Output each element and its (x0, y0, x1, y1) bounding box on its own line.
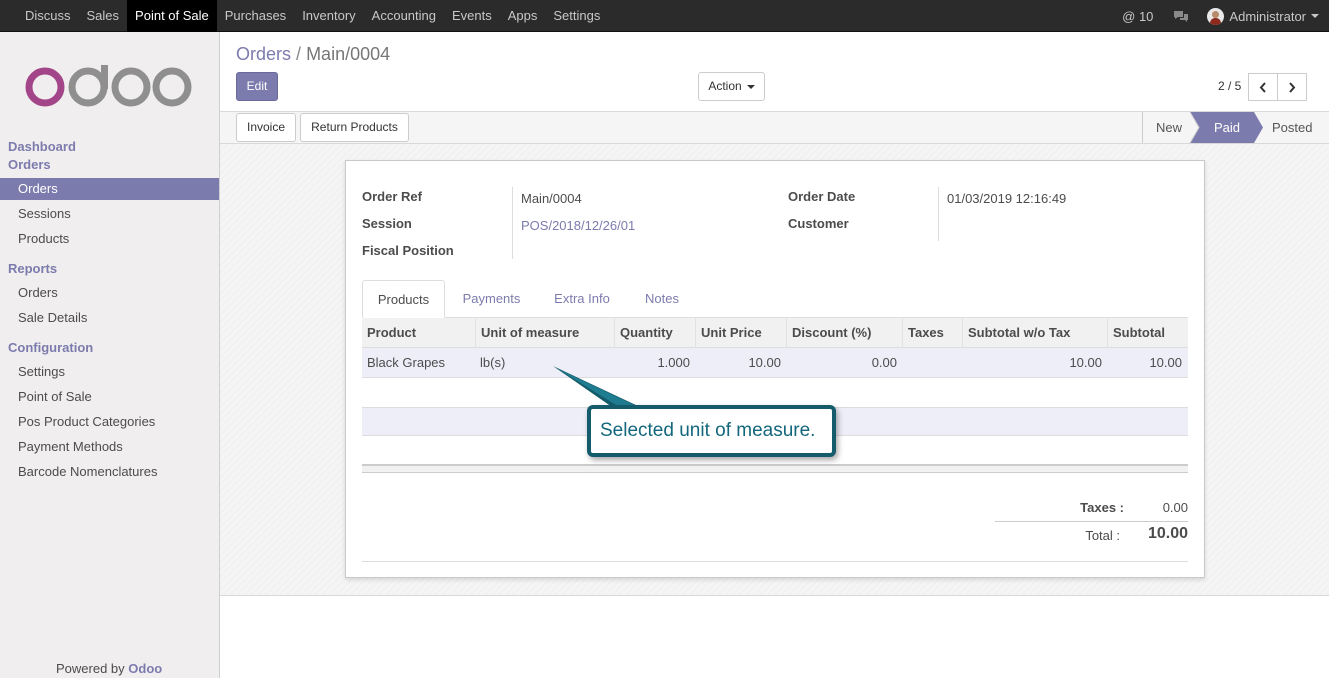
tab-payments[interactable]: Payments (449, 280, 534, 318)
table-footer (362, 464, 1188, 473)
cell-subtotal-wo-tax: 10.00 (1069, 355, 1102, 370)
action-label: Action (708, 79, 742, 93)
annotation-callout: Selected unit of measure. (587, 405, 836, 457)
user-name: Administrator (1229, 8, 1306, 24)
total-label: Total : (1085, 528, 1120, 543)
column-discount[interactable]: Discount (%) (787, 318, 903, 348)
pager-previous-button[interactable] (1248, 73, 1278, 101)
edit-button[interactable]: Edit (236, 72, 278, 101)
sidebar-section-configuration: Configuration (8, 340, 94, 355)
customer-label: Customer (788, 216, 849, 231)
sheet-bottom-divider (362, 561, 1188, 562)
column-quantity[interactable]: Quantity (615, 318, 696, 348)
systray: @ 10 Administrator (1122, 0, 1319, 32)
stage-new[interactable]: New (1156, 112, 1182, 143)
field-divider (938, 187, 939, 241)
total-value: 10.00 (1147, 525, 1188, 542)
sidebar-section-dashboard[interactable]: Dashboard (8, 139, 76, 154)
tab-products[interactable]: Products (362, 280, 445, 318)
chat-icon[interactable] (1173, 10, 1189, 23)
pager-next-button[interactable] (1277, 73, 1307, 101)
avatar (1207, 7, 1225, 25)
taxes-label: Taxes : (1080, 500, 1124, 515)
column-taxes[interactable]: Taxes (903, 318, 963, 348)
column-product[interactable]: Product (362, 318, 476, 348)
breadcrumb-current: Main/0004 (306, 44, 391, 64)
menu-purchases[interactable]: Purchases (217, 0, 294, 32)
tab-notes[interactable]: Notes (632, 280, 692, 318)
menu-settings[interactable]: Settings (545, 0, 608, 32)
order-ref-label: Order Ref (362, 189, 422, 204)
powered-by: Powered by Odoo (56, 661, 162, 676)
table-header: Product Unit of measure Quantity Unit Pr… (362, 318, 1188, 348)
menu-events[interactable]: Events (444, 0, 500, 32)
powered-by-text: Powered by (56, 661, 125, 676)
sidebar-item-products[interactable]: Products (0, 228, 219, 250)
column-subtotal-wo-tax[interactable]: Subtotal w/o Tax (963, 318, 1108, 348)
table-row[interactable]: Black Grapes lb(s) 1.000 10.00 0.00 10.0… (362, 348, 1188, 378)
column-unit-price[interactable]: Unit Price (696, 318, 787, 348)
sidebar-item-sessions[interactable]: Sessions (0, 203, 219, 225)
cell-discount: 0.00 (871, 355, 897, 370)
menu-apps[interactable]: Apps (500, 0, 546, 32)
pager-value[interactable]: 2 / 5 (1218, 79, 1241, 93)
menu-sales[interactable]: Sales (79, 0, 128, 32)
sidebar-item-orders[interactable]: Orders (0, 178, 219, 200)
menu-point-of-sale[interactable]: Point of Sale (127, 0, 217, 32)
order-ref-value: Main/0004 (521, 191, 582, 206)
invoice-button[interactable]: Invoice (236, 113, 296, 142)
chevron-down-icon (1311, 14, 1319, 18)
field-divider (512, 187, 513, 259)
sidebar-item-barcode-nomenclatures[interactable]: Barcode Nomenclatures (0, 461, 219, 483)
sidebar-item-settings[interactable]: Settings (0, 361, 219, 383)
form-view: Order Ref Session Fiscal Position Main/0… (220, 144, 1329, 596)
powered-by-brand[interactable]: Odoo (128, 661, 162, 676)
cell-subtotal: 10.00 (1149, 355, 1182, 370)
order-date-label: Order Date (788, 189, 856, 204)
sidebar-item-point-of-sale[interactable]: Point of Sale (0, 386, 219, 408)
control-panel: Orders / Main/0004 Edit Action 2 / 5 (220, 32, 1329, 112)
taxes-value: 0.00 (1162, 500, 1188, 515)
sidebar: Dashboard Orders Orders Sessions Product… (0, 32, 220, 678)
fiscal-position-label: Fiscal Position (362, 243, 454, 258)
return-products-button[interactable]: Return Products (300, 113, 409, 142)
cell-unit-of-measure: lb(s) (480, 355, 506, 370)
column-subtotal[interactable]: Subtotal (1108, 318, 1188, 348)
menu-discuss[interactable]: Discuss (17, 0, 79, 32)
stage-posted[interactable]: Posted (1272, 112, 1312, 143)
user-menu[interactable]: Administrator (1207, 7, 1319, 25)
top-navbar: Discuss Sales Point of Sale Purchases In… (0, 0, 1329, 32)
column-unit-of-measure[interactable]: Unit of measure (476, 318, 615, 348)
sidebar-section-orders: Orders (8, 157, 51, 172)
menu-inventory[interactable]: Inventory (294, 0, 363, 32)
chevron-right-icon (1289, 82, 1296, 93)
sidebar-item-pos-product-categories[interactable]: Pos Product Categories (0, 411, 219, 433)
status-stages: New Paid Posted (1142, 112, 1329, 143)
order-date-value: 01/03/2019 12:16:49 (947, 191, 1067, 206)
sidebar-item-report-orders[interactable]: Orders (0, 282, 219, 304)
cell-product: Black Grapes (367, 355, 446, 370)
session-link[interactable]: POS/2018/12/26/01 (521, 218, 635, 233)
sidebar-item-payment-methods[interactable]: Payment Methods (0, 436, 219, 458)
odoo-logo[interactable] (25, 63, 195, 112)
sidebar-item-sale-details[interactable]: Sale Details (0, 307, 219, 329)
breadcrumb-separator: / (296, 44, 302, 64)
cell-unit-price: 10.00 (748, 355, 781, 370)
totals-divider (995, 521, 1188, 522)
menu-accounting[interactable]: Accounting (364, 0, 444, 32)
chevron-down-icon (746, 84, 755, 89)
breadcrumb-orders[interactable]: Orders (236, 44, 291, 64)
notebook-tabs: Products Payments Extra Info Notes (362, 280, 1188, 318)
action-dropdown[interactable]: Action (698, 72, 765, 101)
mentions-counter[interactable]: @ 10 (1122, 9, 1153, 24)
sidebar-section-reports: Reports (8, 261, 58, 276)
breadcrumb: Orders / Main/0004 (236, 44, 390, 65)
chevron-left-icon (1259, 82, 1266, 93)
app-menu: Discuss Sales Point of Sale Purchases In… (17, 0, 608, 32)
status-bar: Invoice Return Products New Paid Posted (220, 112, 1329, 144)
stage-paid[interactable]: Paid (1214, 112, 1240, 143)
session-label: Session (362, 216, 412, 231)
tab-extra-info[interactable]: Extra Info (542, 280, 622, 318)
form-sheet: Order Ref Session Fiscal Position Main/0… (345, 160, 1205, 578)
